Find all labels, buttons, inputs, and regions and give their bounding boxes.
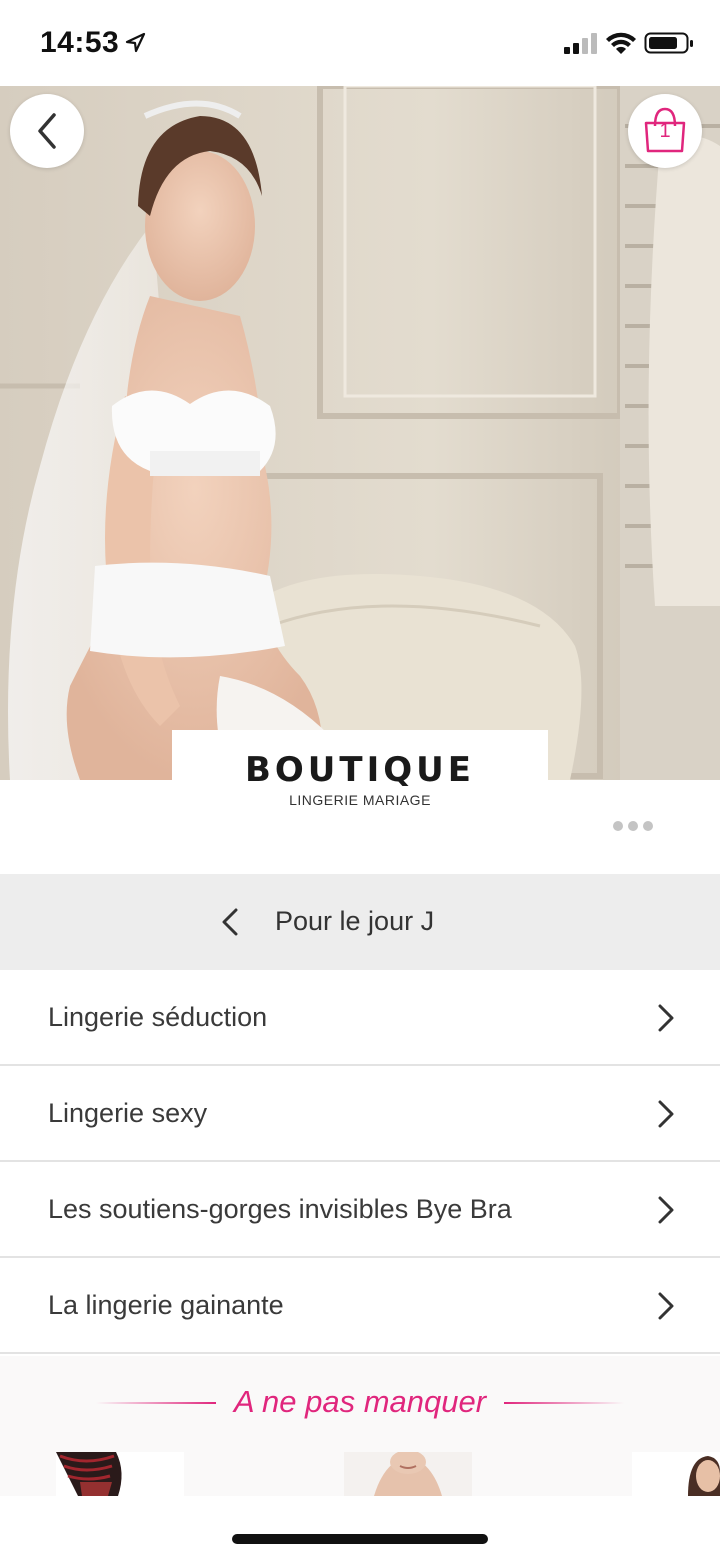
battery-icon (644, 32, 693, 54)
location-arrow-icon (125, 32, 146, 53)
category-header[interactable]: Pour le jour J (0, 874, 720, 970)
lace-stockings-thumbnail (56, 1452, 122, 1496)
product-thumbnail[interactable] (632, 1452, 720, 1496)
home-indicator-area (0, 1496, 720, 1558)
promo-section: A ne pas manquer (0, 1356, 720, 1496)
hero-banner: 1 (0, 86, 720, 780)
model-portrait-thumbnail (344, 1452, 472, 1496)
status-time: 14:53 (40, 26, 120, 59)
divider-line (504, 1402, 624, 1404)
menu-item-lingerie-sexy[interactable]: Lingerie sexy (0, 1066, 720, 1162)
brand-subtitle: LINGERIE MARIAGE (289, 792, 431, 808)
brand-title: BOUTIQUE (244, 750, 475, 790)
bride-photo (0, 86, 720, 780)
model-portrait-thumbnail (632, 1452, 720, 1496)
category-menu: Lingerie séduction Lingerie sexy Les sou… (0, 970, 720, 1354)
product-thumbnail[interactable] (56, 1452, 184, 1496)
back-button[interactable] (10, 94, 84, 168)
chevron-left-icon (38, 113, 56, 149)
cart-button[interactable]: 1 (628, 94, 702, 168)
menu-item-bye-bra[interactable]: Les soutiens-gorges invisibles Bye Bra (0, 1162, 720, 1258)
menu-item-label: La lingerie gainante (48, 1290, 284, 1320)
category-title: Pour le jour J (275, 906, 435, 936)
ellipsis-icon[interactable] (612, 818, 654, 834)
home-indicator[interactable] (232, 1534, 488, 1544)
status-bar: 14:53 (0, 0, 720, 86)
chevron-right-icon (658, 1100, 674, 1128)
chevron-right-icon (658, 1196, 674, 1224)
menu-item-lingerie-gainante[interactable]: La lingerie gainante (0, 1258, 720, 1354)
product-thumbnail[interactable] (344, 1452, 472, 1496)
brand-logo: BOUTIQUE LINGERIE MARIAGE (172, 730, 548, 830)
chevron-right-icon (658, 1292, 674, 1320)
wifi-icon (606, 32, 636, 54)
menu-item-label: Lingerie sexy (48, 1098, 208, 1128)
menu-item-label: Les soutiens-gorges invisibles Bye Bra (48, 1194, 512, 1224)
cart-count-badge: 1 (659, 120, 671, 142)
chevron-right-icon (658, 1004, 674, 1032)
menu-item-lingerie-seduction[interactable]: Lingerie séduction (0, 970, 720, 1066)
chevron-left-icon (222, 908, 238, 936)
cellular-signal-icon (564, 33, 597, 54)
menu-item-label: Lingerie séduction (48, 1002, 268, 1032)
